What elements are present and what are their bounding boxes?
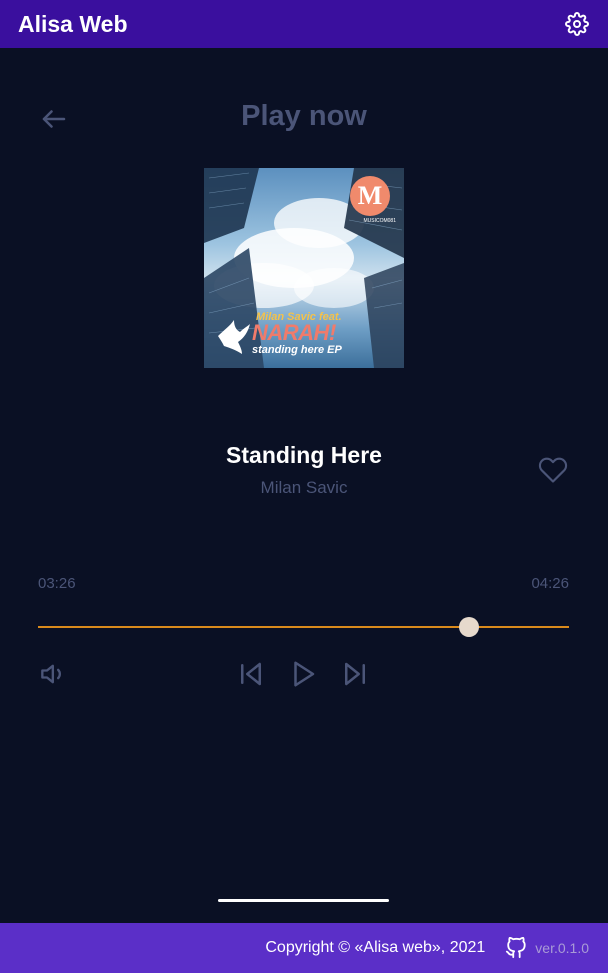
github-icon (506, 937, 526, 959)
play-icon (294, 661, 315, 687)
gear-icon (565, 12, 589, 36)
previous-track-button[interactable] (235, 658, 267, 690)
progress-thumb[interactable] (459, 617, 480, 637)
copyright-text: Copyright © «Alisa web», 2021 (265, 939, 486, 956)
app-header: Alisa Web (0, 0, 608, 48)
progress-track (38, 626, 569, 628)
cover-feat-text: NARAH! (252, 320, 336, 345)
version-text: ver.0.1.0 (535, 940, 589, 956)
total-time: 04:26 (531, 575, 569, 592)
album-cover: M MUSICOM081 Milan Savic feat. NARAH! st… (204, 168, 404, 368)
app-footer: Copyright © «Alisa web», 2021 ver.0.1.0 (0, 923, 608, 973)
github-link[interactable] (505, 937, 527, 959)
cover-ep-text: standing here EP (252, 344, 342, 356)
track-artist: Milan Savic (260, 478, 348, 497)
skip-forward-icon (345, 662, 365, 686)
label-logo: M (350, 176, 390, 216)
volume-icon (41, 664, 61, 684)
label-code: MUSICOM081 (363, 218, 396, 224)
next-track-button[interactable] (339, 658, 371, 690)
dove-icon (218, 320, 250, 354)
favorite-button[interactable] (537, 455, 569, 485)
current-time: 03:26 (38, 575, 76, 592)
skip-back-icon (241, 662, 261, 686)
volume-button[interactable] (38, 658, 70, 690)
settings-button[interactable] (564, 11, 590, 37)
progress-slider[interactable] (38, 616, 569, 638)
track-title: Standing Here (226, 442, 382, 468)
play-button[interactable] (287, 658, 319, 690)
heart-outline-icon (538, 457, 568, 483)
page-title: Play now (241, 100, 367, 132)
home-indicator (218, 899, 389, 902)
app-title: Alisa Web (18, 10, 128, 37)
